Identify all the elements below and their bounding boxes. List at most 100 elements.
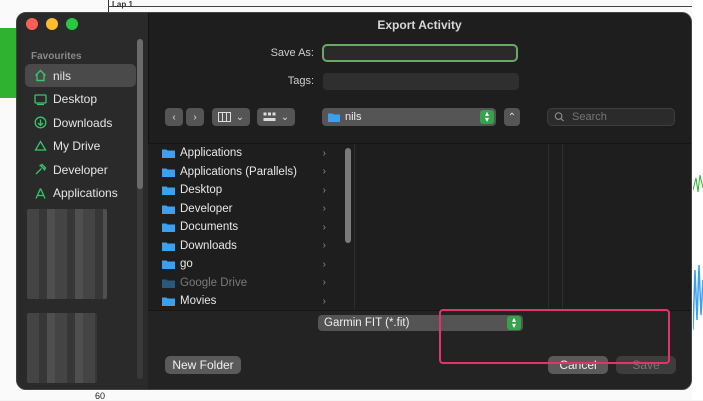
sidebar-item-label: nils: [53, 68, 72, 83]
chevron-right-icon: ›: [322, 203, 326, 215]
sidebar-item-nils[interactable]: nils: [25, 64, 136, 87]
zoom-button[interactable]: [66, 18, 78, 30]
drive-icon: [33, 139, 47, 153]
column-divider: [354, 144, 355, 311]
chevron-right-icon: ›: [322, 221, 326, 233]
chart-top-line: [108, 6, 703, 7]
search-input[interactable]: [570, 110, 674, 124]
forward-button[interactable]: ›: [186, 108, 204, 126]
sidebar-section-title: Favourites: [31, 51, 82, 62]
sidebar-item-label: Applications: [53, 186, 118, 201]
item-name: Applications: [180, 147, 243, 160]
chevron-right-icon: ›: [322, 277, 326, 289]
new-folder-button[interactable]: New Folder: [165, 356, 241, 374]
background-chart-edge: [692, 0, 703, 400]
grid-icon: [263, 112, 276, 121]
item-name: Developer: [180, 202, 233, 215]
folder-icon: [162, 149, 175, 159]
sidebar-item-developer[interactable]: Developer: [25, 158, 136, 181]
search-icon: [554, 112, 565, 122]
browser-scrollbar[interactable]: [345, 148, 351, 243]
chevron-right-icon: ›: [322, 240, 326, 252]
background-green-bar: [0, 28, 16, 98]
browser-column: Applications › Applications (Parallels) › …: [148, 144, 338, 311]
stepper-icon: ▴ ▾: [480, 110, 494, 124]
hammer-icon: [33, 163, 47, 177]
group-button[interactable]: ⌄: [257, 108, 295, 126]
chevron-up-icon: ⌃: [507, 111, 517, 123]
folder-icon: [162, 223, 175, 233]
desktop-icon: [33, 92, 47, 106]
save-as-input[interactable]: [322, 44, 518, 62]
list-item[interactable]: Documents ›: [148, 218, 338, 237]
blurred-sidebar-items: [27, 313, 97, 383]
dialog-main: Export Activity Save As: Tags: ‹ › ⌄ ⌄ n…: [148, 13, 691, 389]
folder-icon: [162, 168, 175, 177]
scrollbar-thumb[interactable]: [137, 39, 143, 189]
window-controls: [26, 18, 78, 30]
sidebar-list: nils Desktop Downloads My Drive Develope…: [25, 64, 136, 206]
folder-icon: [162, 242, 175, 251]
sidebar-item-label: Downloads: [53, 115, 113, 130]
list-item[interactable]: Movies ›: [148, 292, 338, 311]
list-item[interactable]: Developer ›: [148, 200, 338, 219]
export-dialog: Favourites nils Desktop Downloads My Dri…: [16, 12, 692, 390]
list-item[interactable]: Applications ›: [148, 144, 338, 163]
tags-input[interactable]: [323, 73, 519, 90]
sidebar-scrollbar[interactable]: [137, 39, 143, 379]
chevron-down-icon: ⌄: [235, 111, 245, 123]
expand-collapse-button[interactable]: ⌃: [504, 108, 520, 126]
item-name: Movies: [180, 295, 217, 308]
file-browser: Applications › Applications (Parallels) › …: [148, 143, 691, 311]
close-button[interactable]: [26, 18, 38, 30]
search-field[interactable]: [547, 108, 675, 126]
item-name: go: [180, 258, 193, 271]
item-name: Applications (Parallels): [180, 165, 297, 178]
sidebar-item-desktop[interactable]: Desktop: [25, 88, 136, 111]
view-mode-button[interactable]: ⌄: [212, 108, 250, 126]
lap-label: Lap 1: [112, 0, 133, 9]
annotation-highlight-box: [439, 309, 670, 364]
location-popup[interactable]: nils ▴ ▾: [322, 108, 496, 126]
save-as-label: Save As:: [270, 47, 314, 59]
column-divider: [562, 144, 563, 311]
sidebar: Favourites nils Desktop Downloads My Dri…: [17, 13, 149, 389]
list-item[interactable]: Applications (Parallels) ›: [148, 163, 338, 182]
list-item[interactable]: Google Drive ›: [148, 274, 338, 293]
folder-icon: [328, 113, 340, 122]
location-label: nils: [345, 111, 362, 123]
downloads-icon: [33, 116, 47, 130]
item-name: Documents: [180, 221, 239, 234]
list-item[interactable]: go ›: [148, 255, 338, 274]
sidebar-item-label: Desktop: [53, 92, 98, 107]
list-item[interactable]: Desktop ›: [148, 181, 338, 200]
folder-icon: [162, 186, 175, 196]
folder-icon: [162, 279, 175, 288]
list-item[interactable]: Downloads ›: [148, 237, 338, 256]
back-button[interactable]: ‹: [165, 108, 183, 126]
sidebar-item-label: My Drive: [53, 139, 101, 154]
chevron-left-icon: ‹: [172, 111, 176, 123]
tags-label: Tags:: [287, 75, 314, 87]
chevron-right-icon: ›: [193, 111, 197, 123]
chevron-right-icon: ›: [322, 166, 326, 178]
item-name: Google Drive: [180, 276, 248, 289]
sidebar-item-my-drive[interactable]: My Drive: [25, 135, 136, 158]
chevron-right-icon: ›: [322, 147, 326, 159]
chevron-right-icon: ›: [322, 295, 326, 307]
columns-view-icon: [217, 112, 231, 122]
folder-icon: [162, 205, 175, 214]
home-icon: [33, 69, 47, 83]
folder-icon: [162, 297, 175, 307]
applications-icon: [33, 186, 47, 200]
chevron-right-icon: ›: [322, 258, 326, 270]
chevron-right-icon: ›: [322, 184, 326, 196]
column-divider: [548, 144, 549, 311]
minimize-button[interactable]: [46, 18, 58, 30]
sidebar-item-downloads[interactable]: Downloads: [25, 111, 136, 134]
item-name: Desktop: [180, 184, 223, 197]
sidebar-item-applications[interactable]: Applications: [25, 182, 136, 205]
folder-icon: [162, 260, 175, 270]
dialog-title: Export Activity: [377, 18, 462, 32]
item-name: Downloads: [180, 239, 237, 252]
